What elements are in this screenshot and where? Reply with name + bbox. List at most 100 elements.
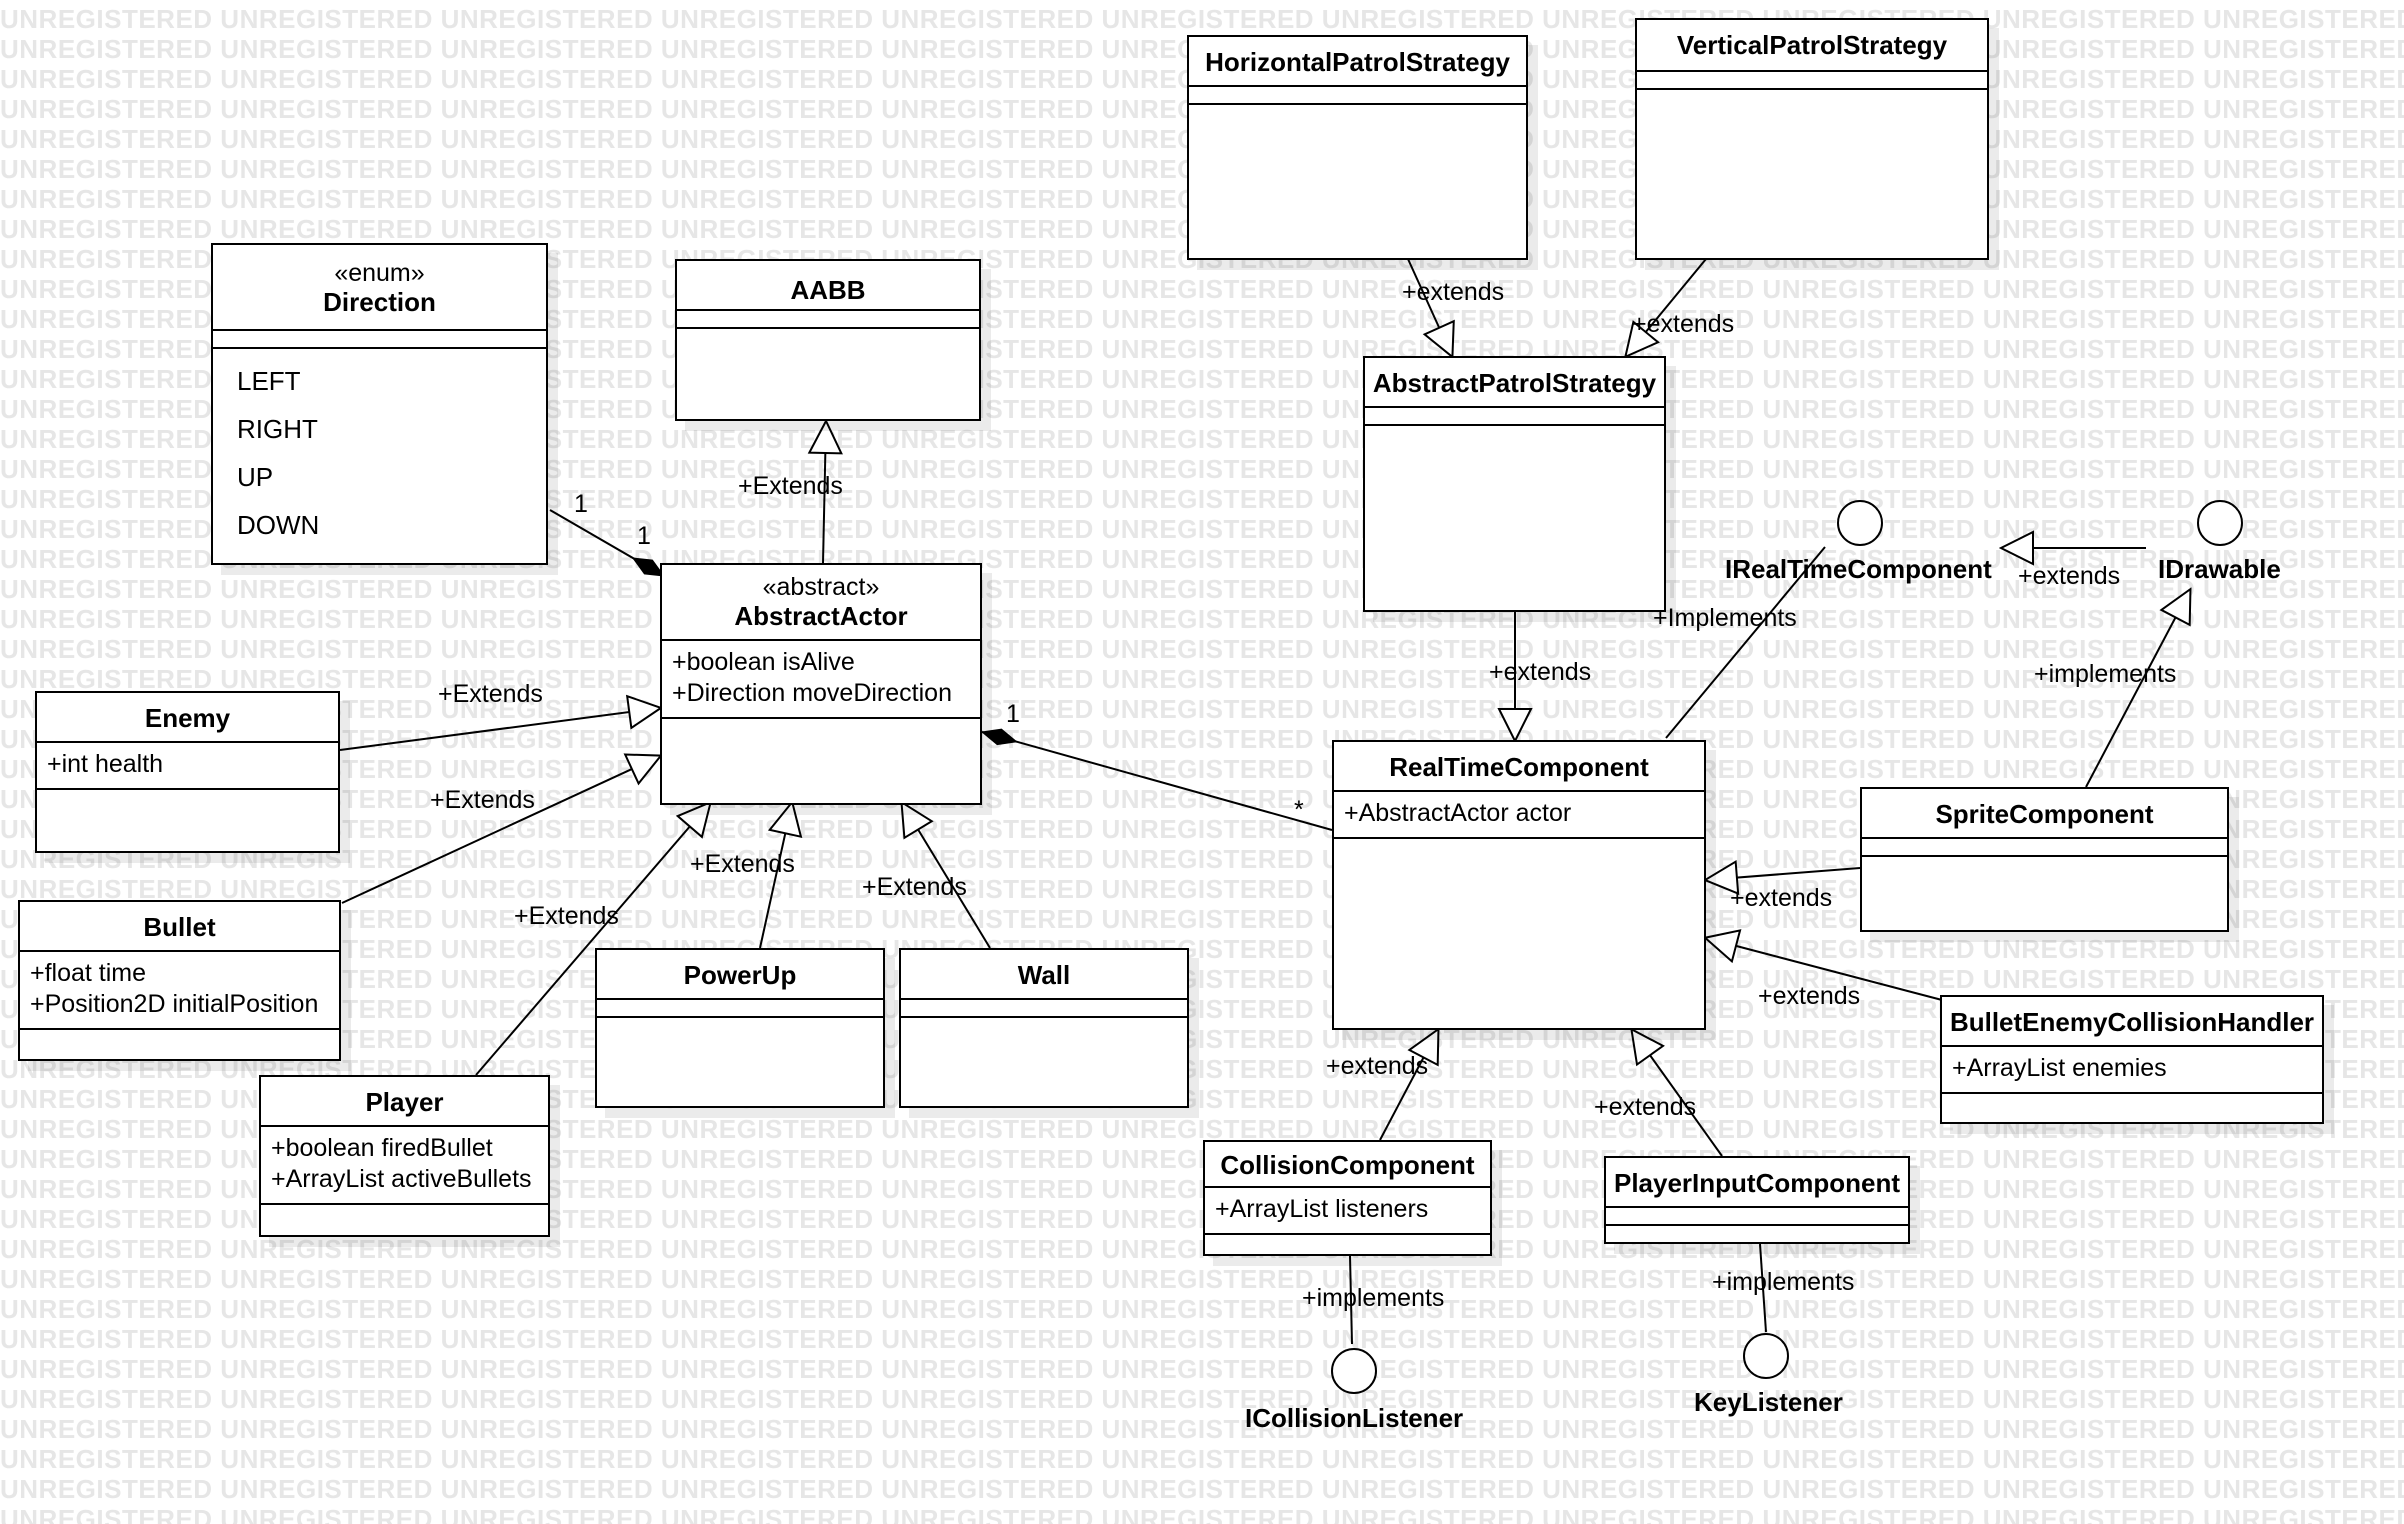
attribute: +Direction moveDirection [672, 679, 952, 707]
class-name: AABB [790, 275, 866, 305]
class-name: CollisionComponent [1220, 1150, 1475, 1180]
multiplicity-actor-realtime-many: * [1294, 796, 1304, 824]
interface-circle-icollision [1331, 1348, 1377, 1394]
class-wall[interactable]: Wall [899, 948, 1189, 1108]
attribute: +int health [47, 750, 164, 778]
line-realtime-actor [980, 728, 1333, 831]
operations-compartment [261, 1205, 548, 1221]
class-direction[interactable]: «enum» Direction LEFT RIGHT UP DOWN [211, 243, 548, 565]
multiplicity-actor-end: 1 [637, 522, 651, 550]
class-player-input-component[interactable]: PlayerInputComponent [1604, 1156, 1910, 1244]
attribute: +float time [30, 959, 147, 987]
attribute: +boolean isAlive [672, 648, 855, 676]
line-sprite-idrawable [2085, 590, 2190, 788]
label-bullet-actor: +Extends [430, 786, 535, 814]
class-enemy[interactable]: Enemy +int health [35, 691, 340, 853]
label-wall-actor: +Extends [862, 873, 967, 901]
class-name: Bullet [143, 912, 216, 942]
attributes-compartment [1637, 72, 1987, 90]
attributes-compartment: +boolean firedBullet +ArrayList activeBu… [261, 1127, 548, 1205]
label-player-actor: +Extends [514, 902, 619, 930]
label-powerup-actor: +Extends [690, 850, 795, 878]
interface-circle-irealtime [1837, 500, 1883, 546]
attributes-compartment [1189, 87, 1526, 105]
line-horizontal-abstract [1407, 258, 1452, 356]
enum-literal: RIGHT [237, 414, 318, 444]
class-vertical-patrol-strategy[interactable]: VerticalPatrolStrategy [1635, 18, 1989, 260]
multiplicity-direction-end: 1 [574, 490, 588, 518]
class-name: Player [365, 1087, 444, 1117]
operations-compartment [901, 1018, 1187, 1034]
operations-compartment [662, 719, 980, 735]
enum-literals: LEFT RIGHT UP DOWN [213, 349, 546, 549]
operations-compartment [597, 1018, 883, 1034]
class-bullet-enemy-collision-handler[interactable]: BulletEnemyCollisionHandler +ArrayList e… [1940, 995, 2324, 1124]
class-horizontal-patrol-strategy[interactable]: HorizontalPatrolStrategy [1187, 35, 1528, 260]
class-bullet[interactable]: Bullet +float time +Position2D initialPo… [18, 900, 341, 1061]
attribute: +Position2D initialPosition [30, 990, 319, 1018]
label-sprite-realtime: +extends [1730, 884, 1833, 912]
operations-compartment [1862, 857, 2227, 873]
attribute: +AbstractActor actor [1344, 799, 1572, 827]
class-collision-component[interactable]: CollisionComponent +ArrayList listeners [1203, 1140, 1492, 1256]
attributes-compartment [213, 331, 546, 349]
class-name: PowerUp [683, 960, 797, 990]
operations-compartment [1189, 105, 1526, 121]
interface-name-idrawable[interactable]: IDrawable [2158, 554, 2281, 585]
class-name: BulletEnemyCollisionHandler [1949, 1007, 2315, 1037]
label-actor-aabb: +Extends [738, 472, 843, 500]
attribute: +ArrayList listeners [1215, 1195, 1429, 1223]
label-idrawable-irealtime: +extends [2018, 562, 2121, 590]
operations-compartment [1365, 426, 1664, 442]
class-name: Wall [1017, 960, 1071, 990]
class-name: RealTimeComponent [1389, 752, 1649, 782]
attributes-compartment [1862, 839, 2227, 857]
line-collision-realtime [1379, 1030, 1438, 1141]
interface-name-irealtime[interactable]: IRealTimeComponent [1725, 554, 1992, 585]
class-realtime-component[interactable]: RealTimeComponent +AbstractActor actor [1332, 740, 1706, 1030]
class-name: AbstractActor [734, 601, 908, 631]
class-player[interactable]: Player +boolean firedBullet +ArrayList a… [259, 1075, 550, 1237]
interface-circle-idrawable [2197, 500, 2243, 546]
attributes-compartment [1606, 1208, 1908, 1226]
attributes-compartment: +ArrayList enemies [1942, 1047, 2322, 1094]
class-name: AbstractPatrolStrategy [1372, 368, 1657, 398]
class-name: Enemy [144, 703, 231, 733]
class-name: PlayerInputComponent [1613, 1168, 1900, 1198]
label-enemy-actor: +Extends [438, 680, 543, 708]
label-bullethandler-realtime: +extends [1758, 982, 1861, 1010]
class-abstract-actor[interactable]: «abstract» AbstractActor +boolean isAliv… [660, 563, 982, 805]
attributes-compartment: +boolean isAlive +Direction moveDirectio… [662, 641, 980, 719]
attributes-compartment [597, 1000, 883, 1018]
label-horizontal-abstract: +extends [1402, 278, 1505, 306]
attributes-compartment [901, 1000, 1187, 1018]
label-patrol-realtime: +extends [1489, 658, 1592, 686]
attribute: +ArrayList enemies [1952, 1054, 2167, 1082]
attributes-compartment: +ArrayList listeners [1205, 1188, 1490, 1235]
class-name: HorizontalPatrolStrategy [1205, 47, 1510, 77]
operations-compartment [1637, 90, 1987, 106]
line-bullet-actor [341, 756, 660, 904]
attributes-compartment: +int health [37, 743, 338, 790]
label-collision-realtime: +extends [1326, 1052, 1429, 1080]
operations-compartment [1334, 839, 1704, 855]
interface-name-keylistener[interactable]: KeyListener [1694, 1387, 1843, 1418]
label-sprite-idrawable: +implements [2034, 660, 2177, 688]
label-playerinput-keylistener: +implements [1712, 1268, 1855, 1296]
line-enemy-actor [339, 708, 660, 751]
class-powerup[interactable]: PowerUp [595, 948, 885, 1108]
class-name: VerticalPatrolStrategy [1676, 30, 1948, 60]
class-stereotype: «abstract» [762, 573, 880, 601]
attributes-compartment: +float time +Position2D initialPosition [20, 952, 339, 1030]
operations-compartment [1942, 1094, 2322, 1110]
class-abstract-patrol-strategy[interactable]: AbstractPatrolStrategy [1363, 356, 1666, 612]
label-realtime-irealtime: +Implements [1653, 604, 1797, 632]
interface-name-icollision[interactable]: ICollisionListener [1245, 1403, 1463, 1434]
class-aabb[interactable]: AABB [675, 259, 981, 421]
class-sprite-component[interactable]: SpriteComponent [1860, 787, 2229, 932]
label-playerinput-realtime: +extends [1594, 1093, 1697, 1121]
label-vertical-abstract: +extends [1632, 310, 1735, 338]
attributes-compartment: +AbstractActor actor [1334, 792, 1704, 839]
operations-compartment [37, 790, 338, 806]
attributes-compartment [1365, 408, 1664, 426]
